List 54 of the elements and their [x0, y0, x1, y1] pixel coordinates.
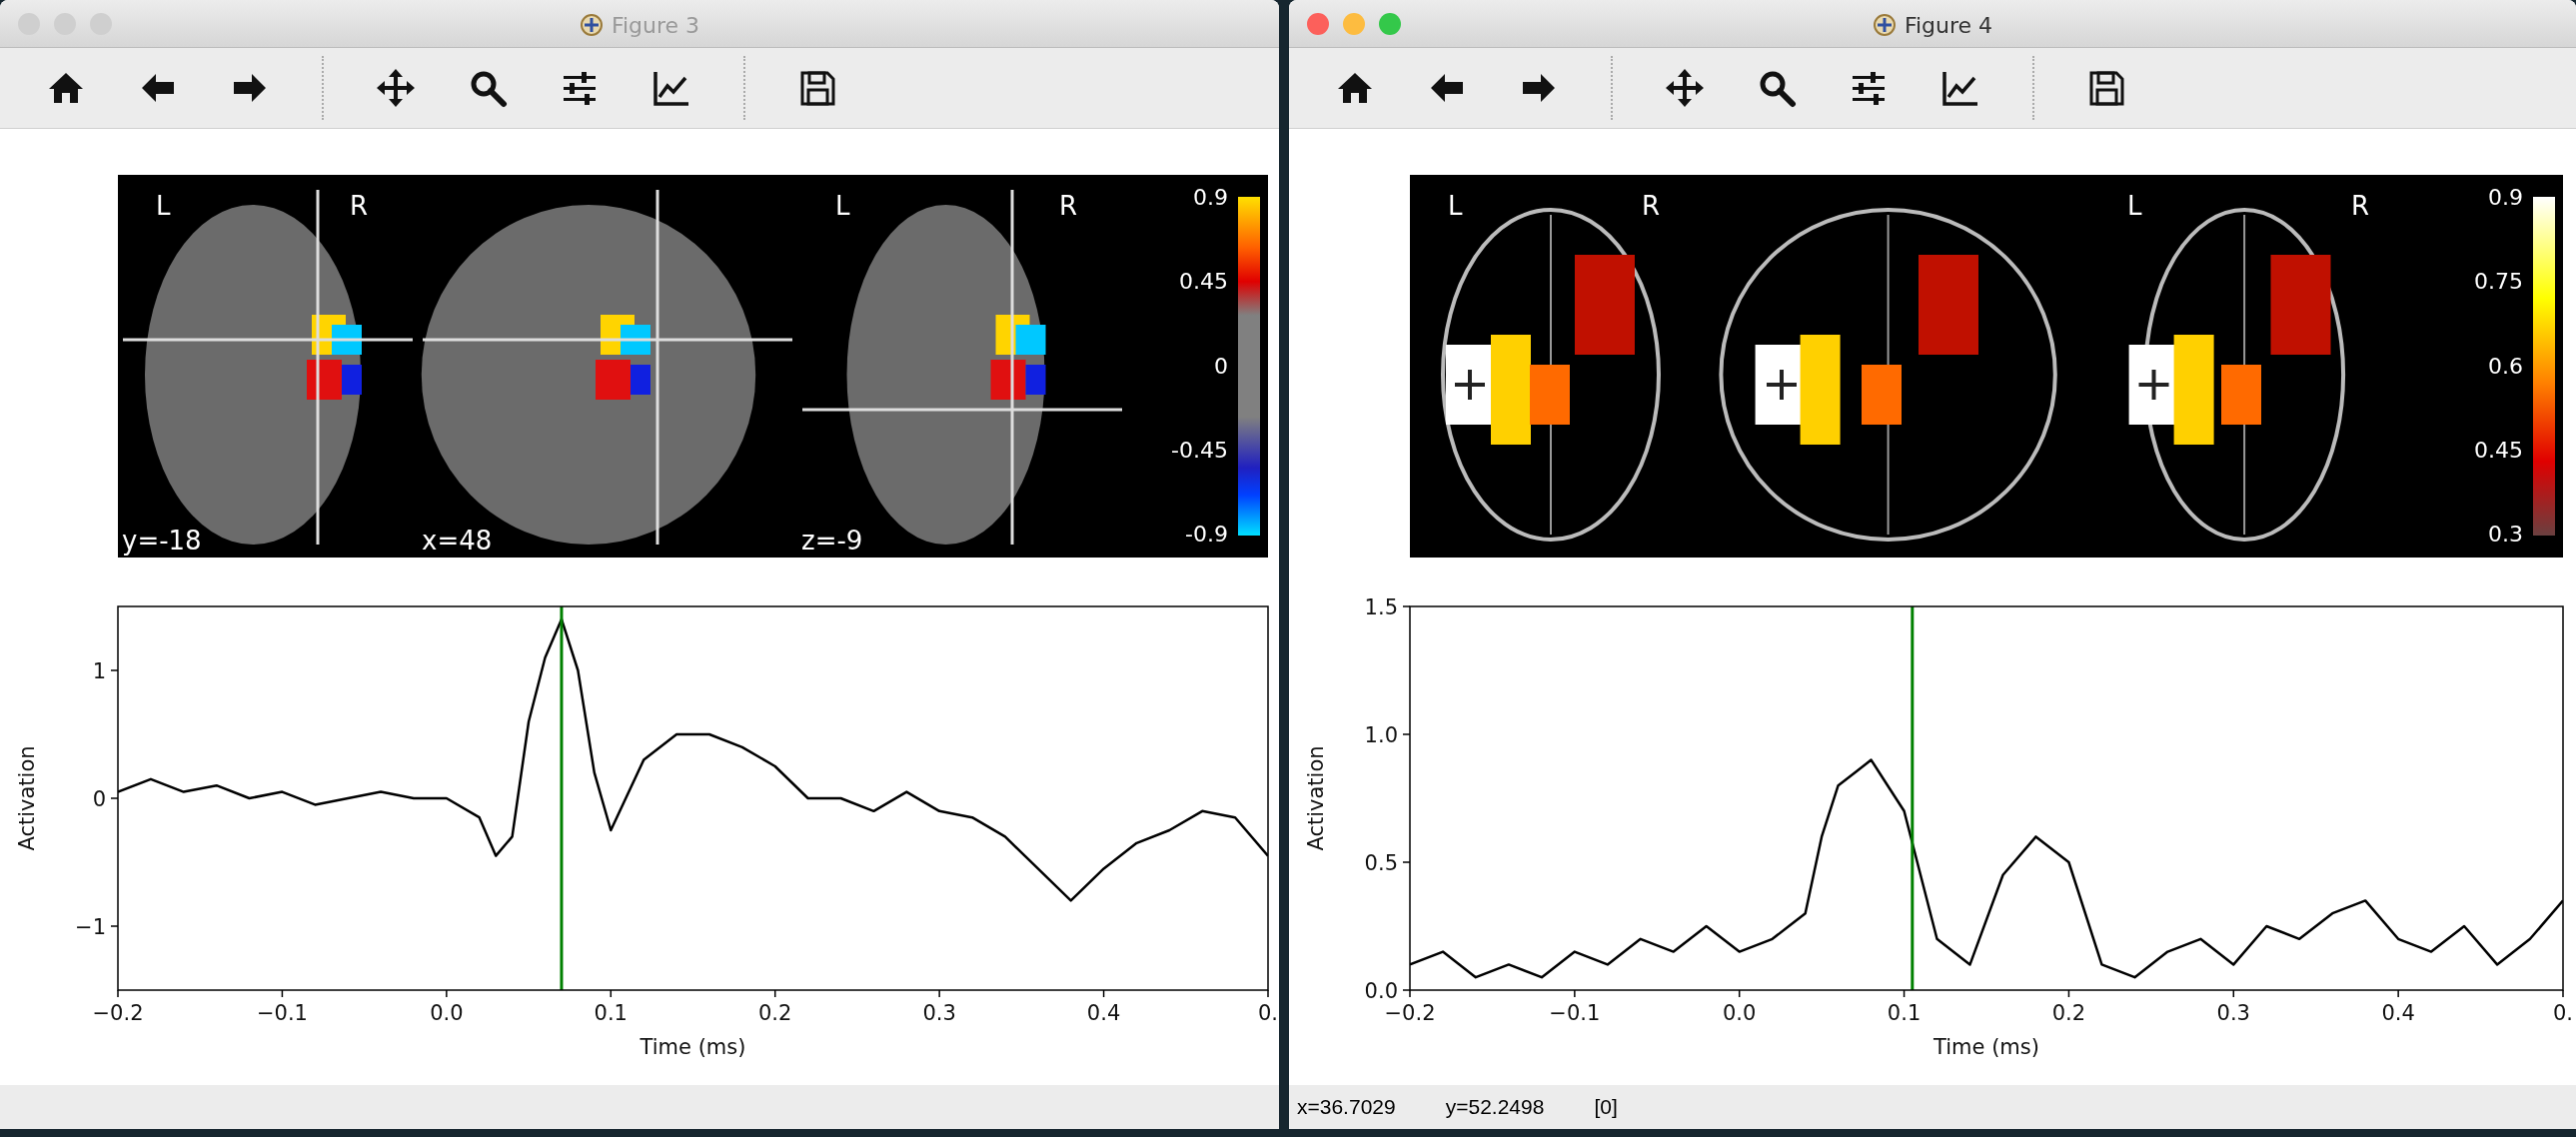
x-tick-label: 0.2 [758, 1001, 792, 1025]
y-tick-label: 1.0 [1364, 723, 1398, 747]
status-text: y=52.2498 [1445, 1095, 1545, 1119]
right-label: R [2350, 191, 2369, 221]
left-label: L [2127, 191, 2142, 221]
x-tick-label: 0.3 [2216, 1001, 2250, 1025]
app-icon [1872, 13, 1897, 37]
y-tick-label: 0.5 [1364, 851, 1398, 875]
right-label: R [1058, 191, 1077, 221]
x-tick-label: 0.0 [1723, 1001, 1757, 1025]
x-tick-label: 0. [2553, 1001, 2573, 1025]
x-axis-label: Time (ms) [640, 1035, 746, 1059]
x-axis-label: Time (ms) [1933, 1035, 2039, 1059]
colorbar-tick-label: 0 [1214, 355, 1228, 378]
x-tick-label: −0.1 [1549, 1001, 1601, 1025]
x-tick-label: 0.1 [594, 1001, 628, 1025]
y-tick-label: −1 [75, 915, 106, 939]
x-tick-label: 0.1 [1887, 1001, 1922, 1025]
colorbar-tick-label: -0.45 [1171, 439, 1228, 462]
colorbar-tick-label: 0.75 [2474, 271, 2523, 294]
status-text: [0] [1594, 1095, 1618, 1119]
x-tick-label: 0.0 [430, 1001, 464, 1025]
colorbar-tick-label: 0.9 [2488, 187, 2523, 209]
colorbar-tick-label: 0.3 [2488, 524, 2523, 546]
move-icon[interactable] [376, 68, 416, 109]
y-tick-label: 1 [92, 659, 106, 683]
y-tick-label: 0 [92, 787, 106, 811]
app-icon [579, 13, 604, 37]
colorbar-tick-label: -0.9 [1185, 524, 1228, 546]
x-tick-label: −0.2 [1384, 1001, 1436, 1025]
window-title: Figure 3 [611, 12, 700, 38]
colorbar-tick-label: 0.45 [2474, 439, 2523, 462]
left-label: L [1448, 191, 1463, 221]
x-tick-label: 0. [1258, 1001, 1278, 1025]
right-label: R [349, 191, 368, 221]
y-tick-label: 0.0 [1364, 979, 1398, 1003]
colorbar-tick-label: 0.45 [1179, 271, 1228, 294]
left-label: L [835, 191, 850, 221]
left-label: L [156, 191, 171, 221]
x-tick-label: 0.3 [922, 1001, 956, 1025]
right-label: R [1641, 191, 1660, 221]
colorbar-tick-label: 0.9 [1193, 187, 1228, 209]
window-title: Figure 4 [1904, 12, 1993, 38]
colorbar-tick-label: 0.6 [2488, 355, 2523, 378]
x-tick-label: 0.4 [2381, 1001, 2415, 1025]
x-tick-label: −0.1 [256, 1001, 308, 1025]
y-axis-label: Activation [1304, 745, 1328, 851]
y-axis-label: Activation [15, 745, 39, 851]
status-text: x=36.7029 [1297, 1095, 1396, 1119]
x-tick-label: 0.4 [1086, 1001, 1121, 1025]
x-tick-label: 0.2 [2051, 1001, 2086, 1025]
x-tick-label: −0.2 [92, 1001, 144, 1025]
move-icon[interactable] [1665, 68, 1705, 109]
y-tick-label: 1.5 [1364, 595, 1398, 619]
